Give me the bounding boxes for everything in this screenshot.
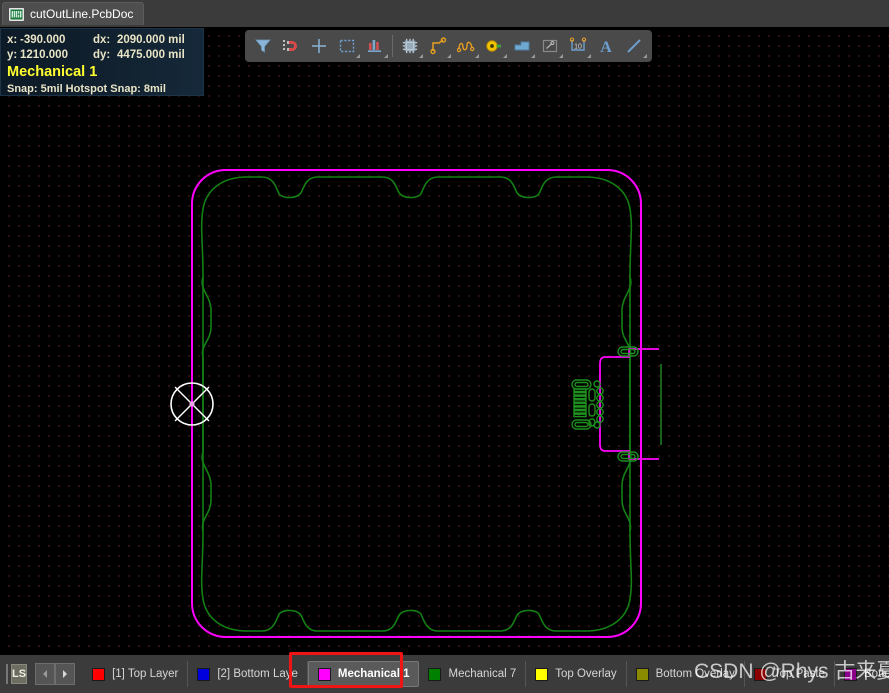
layer-color-dot: [428, 667, 442, 681]
layer-tab-label: Top Paste: [773, 668, 826, 680]
component-chip-icon[interactable]: [396, 33, 424, 59]
pcb-canvas[interactable]: [0, 27, 889, 655]
pcb-drawing: [170, 169, 662, 638]
layer-tab-label: Bottom Overlay: [655, 668, 735, 680]
chevron-down-icon: [356, 54, 360, 58]
chevron-down-icon: [531, 54, 535, 58]
selection-rect-icon[interactable]: [333, 33, 361, 59]
layer-nav-arrows: [35, 663, 76, 685]
board-insight-icon[interactable]: [361, 33, 389, 59]
document-tab-label: cutOutLine.PcbDoc: [30, 7, 134, 21]
hud-dx-value: 2090.000 mil: [117, 34, 185, 46]
pcb-tools-toolbar: 10 A: [245, 30, 652, 62]
layer-tab-top-paste[interactable]: Top Paste: [745, 661, 836, 687]
hud-row-x: x: -390.000 dx: 2090.000 mil: [7, 33, 197, 48]
dimension-icon[interactable]: [536, 33, 564, 59]
hud-x-value: -390.000: [20, 34, 66, 46]
chevron-down-icon: [447, 54, 451, 58]
prev-layer-arrow-icon[interactable]: [35, 663, 56, 685]
layer-tab-label: Mechanical 1: [337, 668, 410, 680]
chevron-down-icon: [559, 54, 563, 58]
chevron-down-icon: [587, 54, 591, 58]
differential-pair-icon[interactable]: [452, 33, 480, 59]
layer-color-dot: [635, 667, 649, 681]
hud-y-label: y:: [7, 49, 18, 61]
layer-color-dot: [535, 667, 549, 681]
layer-tab-mechanical-7[interactable]: Mechanical 7: [419, 661, 527, 687]
hud-x-label: x:: [7, 34, 18, 46]
mechanical7-outline: [200, 176, 633, 632]
layer-tab-label: [1] Top Layer: [112, 668, 179, 680]
layer-sets-button[interactable]: LS: [11, 664, 28, 684]
layer-tab-bar: LS [1] Top Layer [2] Bottom Laye Mechani…: [0, 655, 889, 693]
hud-dy-label: dy:: [93, 49, 111, 61]
hud-y-value: 1210.000: [20, 49, 68, 61]
layer-tab-mechanical-1[interactable]: Mechanical 1: [307, 661, 420, 687]
chevron-down-icon: [419, 54, 423, 58]
toolbar-separator: [392, 35, 393, 57]
text-string-icon[interactable]: A: [592, 33, 620, 59]
layer-tab-bottom-layer[interactable]: [2] Bottom Laye: [188, 661, 308, 687]
magnet-icon[interactable]: [277, 33, 305, 59]
filter-icon[interactable]: [249, 33, 277, 59]
title-bar: cutOutLine.PcbDoc: [0, 0, 889, 27]
connector-footprint: [571, 346, 639, 462]
svg-text:10: 10: [574, 44, 582, 51]
via-pad-icon[interactable]: [480, 33, 508, 59]
chevron-down-icon: [384, 54, 388, 58]
layer-color-dot: [753, 667, 767, 681]
layer-tab-label: Top Overlay: [555, 668, 617, 680]
hud-active-layer: Mechanical 1: [7, 64, 98, 80]
layer-tab-top-layer[interactable]: [1] Top Layer: [83, 661, 189, 687]
layer-color-dot: [844, 667, 858, 681]
layer-tab-top-overlay[interactable]: Top Overlay: [526, 661, 627, 687]
layer-tab-label: Bottom Paste: [864, 668, 889, 680]
layer-color-dot: [317, 667, 331, 681]
crosshair-icon[interactable]: [305, 33, 333, 59]
layer-tab-bottom-paste[interactable]: Bottom Paste: [835, 661, 889, 687]
pcb-document-icon: [9, 7, 24, 21]
hud-row-y: y: 1210.000 dy: 4475.000 mil: [7, 48, 197, 63]
next-layer-arrow-icon[interactable]: [55, 663, 76, 685]
hud-snap-info: Snap: 5mil Hotspot Snap: 8mil: [7, 83, 166, 95]
hud-dy-value: 4475.000 mil: [117, 49, 185, 61]
svg-text:A: A: [600, 39, 612, 55]
current-layer-color-swatch[interactable]: [6, 664, 8, 684]
polygon-pour-icon[interactable]: [508, 33, 536, 59]
layer-tab-label: Mechanical 7: [448, 668, 517, 680]
measure-icon[interactable]: 10: [564, 33, 592, 59]
chevron-down-icon: [475, 54, 479, 58]
document-tab-cutoutline[interactable]: cutOutLine.PcbDoc: [2, 2, 145, 25]
layer-tab-bottom-overlay[interactable]: Bottom Overlay: [627, 661, 745, 687]
layer-color-dot: [92, 667, 106, 681]
heads-up-display: x: -390.000 dx: 2090.000 mil y: 1210.000…: [0, 28, 204, 96]
chevron-down-icon: [643, 54, 647, 58]
layer-tab-label: [2] Bottom Laye: [217, 668, 298, 680]
hud-dx-label: dx:: [93, 34, 111, 46]
pcb-editor-window: cutOutLine.PcbDoc x: -390.000 dx: 2090.0…: [0, 0, 889, 693]
layer-color-dot: [197, 667, 211, 681]
chevron-down-icon: [503, 54, 507, 58]
line-icon[interactable]: [620, 33, 648, 59]
interactive-routing-icon[interactable]: [424, 33, 452, 59]
layer-tabs: [1] Top Layer [2] Bottom Laye Mechanical…: [83, 661, 889, 687]
